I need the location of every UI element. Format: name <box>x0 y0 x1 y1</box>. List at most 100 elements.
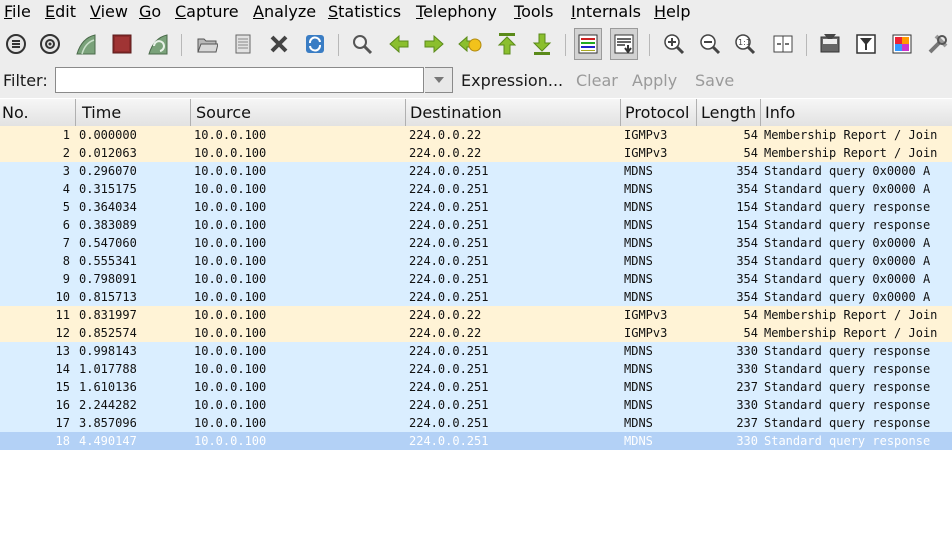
zoom-in-icon[interactable] <box>660 30 688 58</box>
go-last-icon[interactable] <box>528 30 556 58</box>
column-header-protocol[interactable]: Protocol <box>621 99 697 126</box>
menu-telephony[interactable]: Telephony <box>416 1 497 23</box>
capture-options-icon[interactable] <box>36 30 64 58</box>
packet-length: 54 <box>743 308 758 322</box>
menu-capture[interactable]: Capture <box>175 1 239 23</box>
packet-row[interactable]: 4 0.315175 10.0.0.100 224.0.0.251 MDNS 354 Sta… <box>0 180 952 198</box>
colorize-icon[interactable] <box>574 28 602 60</box>
packet-row[interactable]: 15 1.610136 10.0.0.100 224.0.0.251 MDNS 237 St… <box>0 378 952 396</box>
packet-destination: 224.0.0.251 <box>409 290 489 304</box>
packet-number: 15 <box>55 380 70 394</box>
packet-row[interactable]: 10 0.815713 10.0.0.100 224.0.0.251 MDNS 354 St… <box>0 288 952 306</box>
restart-capture-icon[interactable] <box>144 30 172 58</box>
packet-number: 10 <box>55 290 70 304</box>
packet-source: 10.0.0.100 <box>194 182 267 196</box>
resize-columns-icon[interactable] <box>769 30 797 58</box>
apply-button[interactable]: Apply <box>632 71 677 90</box>
packet-length: 54 <box>743 128 758 142</box>
preferences-icon[interactable] <box>924 30 952 58</box>
packet-row[interactable]: 16 2.244282 10.0.0.100 224.0.0.251 MDNS 330 St… <box>0 396 952 414</box>
open-file-icon[interactable] <box>193 30 221 58</box>
packet-destination: 224.0.0.251 <box>409 218 489 232</box>
packet-row[interactable]: 6 0.383089 10.0.0.100 224.0.0.251 MDNS 154 Sta… <box>0 216 952 234</box>
go-forward-icon[interactable] <box>420 30 448 58</box>
column-header-source[interactable]: Source <box>191 99 406 126</box>
packet-row[interactable]: 8 0.555341 10.0.0.100 224.0.0.251 MDNS 354 Sta… <box>0 252 952 270</box>
packet-info: Standard query response <box>764 362 931 376</box>
menu-view[interactable]: View <box>90 1 128 23</box>
packet-row[interactable]: 1 0.000000 10.0.0.100 224.0.0.22 IGMPv3 54 Mem… <box>0 126 952 144</box>
column-header-time[interactable]: Time <box>76 99 191 126</box>
packet-time: 2.244282 <box>79 398 137 412</box>
packet-info: Standard query response <box>764 434 931 448</box>
packet-row[interactable]: 11 0.831997 10.0.0.100 224.0.0.22 IGMPv3 54 Me… <box>0 306 952 324</box>
menu-internals[interactable]: Internals <box>571 1 641 23</box>
save-file-icon[interactable] <box>229 30 257 58</box>
packet-length: 330 <box>736 362 758 376</box>
go-first-icon[interactable] <box>493 30 521 58</box>
menu-help[interactable]: Help <box>654 1 690 23</box>
packet-destination: 224.0.0.251 <box>409 182 489 196</box>
packet-source: 10.0.0.100 <box>194 146 267 160</box>
packet-row-selected[interactable]: 18 4.490147 10.0.0.100 224.0.0.251 MDNS 330 St… <box>0 432 952 450</box>
packet-number: 11 <box>55 308 70 322</box>
menu-label: File <box>4 2 31 21</box>
start-capture-icon[interactable] <box>72 30 100 58</box>
packet-row[interactable]: 14 1.017788 10.0.0.100 224.0.0.251 MDNS 330 St… <box>0 360 952 378</box>
find-packet-icon[interactable] <box>348 30 376 58</box>
menu-label: Statistics <box>328 2 402 21</box>
packet-source: 10.0.0.100 <box>194 380 267 394</box>
column-header-info[interactable]: Info <box>761 99 952 126</box>
packet-number: 4 <box>62 182 70 196</box>
packet-row[interactable]: 5 0.364034 10.0.0.100 224.0.0.251 MDNS 154 Sta… <box>0 198 952 216</box>
menu-file[interactable]: File <box>4 1 31 23</box>
column-header-length[interactable]: Length <box>697 99 761 126</box>
menu-statistics[interactable]: Statistics <box>328 1 401 23</box>
packet-length: 154 <box>736 200 758 214</box>
menu-tools[interactable]: Tools <box>514 1 553 23</box>
expression-button[interactable]: Expression... <box>461 71 563 90</box>
packet-number: 14 <box>55 362 70 376</box>
packet-info: Standard query response <box>764 200 931 214</box>
menu-label: View <box>90 2 128 21</box>
menu-edit[interactable]: Edit <box>45 1 76 23</box>
packet-time: 3.857096 <box>79 416 137 430</box>
normal-size-icon[interactable]: 1:1 <box>731 30 759 58</box>
capture-filters-icon[interactable] <box>816 30 844 58</box>
packet-row[interactable]: 2 0.012063 10.0.0.100 224.0.0.22 IGMPv3 54 Mem… <box>0 144 952 162</box>
packet-protocol: MDNS <box>624 434 653 448</box>
reload-icon[interactable] <box>301 30 329 58</box>
auto-scroll-icon[interactable] <box>610 28 638 60</box>
packet-row[interactable]: 13 0.998143 10.0.0.100 224.0.0.251 MDNS 330 St… <box>0 342 952 360</box>
packet-source: 10.0.0.100 <box>194 398 267 412</box>
go-to-packet-icon[interactable] <box>456 30 484 58</box>
column-header-no[interactable]: No. <box>0 99 76 126</box>
packet-number: 6 <box>62 218 70 232</box>
menu-label: Capture <box>175 2 239 21</box>
chevron-down-icon <box>433 77 444 83</box>
clear-button[interactable]: Clear <box>576 71 618 90</box>
packet-list[interactable]: 1 0.000000 10.0.0.100 224.0.0.22 IGMPv3 54 Mem… <box>0 126 952 450</box>
go-back-icon[interactable] <box>385 30 413 58</box>
packet-info: Standard query 0x0000 A <box>764 290 931 304</box>
save-filter-button[interactable]: Save <box>695 71 734 90</box>
packet-row[interactable]: 12 0.852574 10.0.0.100 224.0.0.22 IGMPv3 54 Me… <box>0 324 952 342</box>
packet-number: 17 <box>55 416 70 430</box>
packet-destination: 224.0.0.251 <box>409 362 489 376</box>
coloring-rules-icon[interactable] <box>888 30 916 58</box>
column-header-destination[interactable]: Destination <box>406 99 621 126</box>
stop-capture-icon[interactable] <box>108 30 136 58</box>
filter-history-dropdown[interactable] <box>425 67 453 93</box>
interface-list-icon[interactable] <box>2 30 30 58</box>
filter-input[interactable] <box>55 67 424 93</box>
zoom-out-icon[interactable] <box>696 30 724 58</box>
close-file-icon[interactable] <box>265 30 293 58</box>
display-filters-icon[interactable] <box>852 30 880 58</box>
packet-row[interactable]: 7 0.547060 10.0.0.100 224.0.0.251 MDNS 354 Sta… <box>0 234 952 252</box>
packet-row[interactable]: 3 0.296070 10.0.0.100 224.0.0.251 MDNS 354 Sta… <box>0 162 952 180</box>
packet-info: Standard query 0x0000 A <box>764 182 931 196</box>
packet-row[interactable]: 17 3.857096 10.0.0.100 224.0.0.251 MDNS 237 St… <box>0 414 952 432</box>
menu-go[interactable]: Go <box>139 1 161 23</box>
packet-row[interactable]: 9 0.798091 10.0.0.100 224.0.0.251 MDNS 354 Sta… <box>0 270 952 288</box>
menu-analyze[interactable]: Analyze <box>253 1 316 23</box>
